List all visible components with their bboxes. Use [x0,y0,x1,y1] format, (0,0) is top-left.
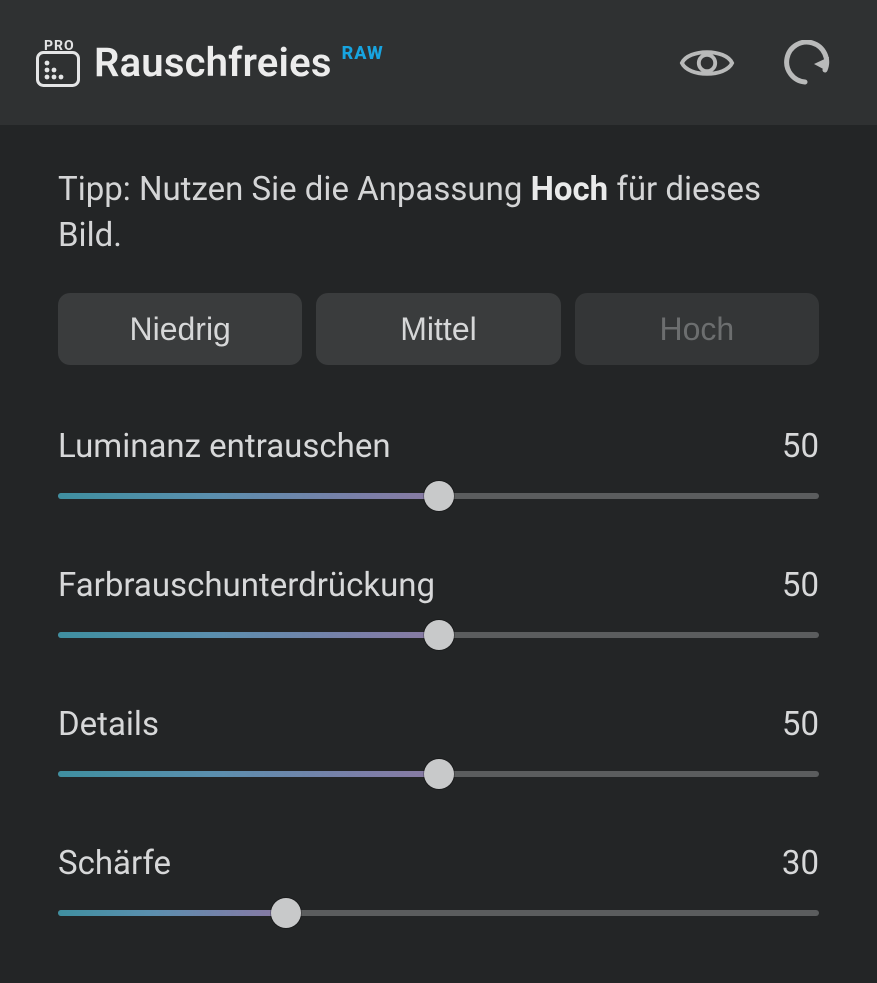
slider-luminance: Luminanz entrauschen 50 [58,427,819,510]
panel-title-text: Rauschfreies [94,39,332,86]
slider-sharpen-fill [58,910,286,916]
slider-color-value: 50 [782,566,819,605]
slider-color-fill [58,632,439,638]
raw-badge: RAW [342,43,384,64]
slider-details-thumb[interactable] [424,759,454,789]
slider-color: Farbrauschunterdrückung 50 [58,566,819,649]
slider-details-top: Details 50 [58,705,819,744]
tool-icon-group: PRO [36,39,80,87]
slider-details-track[interactable] [58,760,819,788]
slider-sharpen-top: Schärfe 30 [58,844,819,883]
header-right [679,35,835,91]
slider-sharpen: Schärfe 30 [58,844,819,927]
slider-sharpen-thumb[interactable] [271,898,301,928]
sliders-group: Luminanz entrauschen 50 Farbrauschunterd… [58,427,819,927]
preset-high-button[interactable]: Hoch [575,293,819,365]
preview-eye-icon[interactable] [679,35,735,91]
panel-header: PRO Rausc [0,0,877,125]
slider-luminance-track[interactable] [58,482,819,510]
slider-luminance-fill [58,493,439,499]
preset-mid-button[interactable]: Mittel [316,293,560,365]
panel-title: Rauschfreies RAW [94,39,384,86]
header-left: PRO Rausc [36,39,384,87]
preset-low-button[interactable]: Niedrig [58,293,302,365]
slider-details-value: 50 [782,705,819,744]
slider-luminance-value: 50 [782,427,819,466]
reset-undo-icon[interactable] [779,35,835,91]
panel-body: Tipp: Nutzen Sie die Anpassung Hoch für … [0,125,877,983]
slider-details-label: Details [58,705,159,744]
slider-details: Details 50 [58,705,819,788]
slider-details-fill [58,771,439,777]
slider-luminance-label: Luminanz entrauschen [58,427,391,466]
denoise-panel: PRO Rausc [0,0,877,983]
tip-prefix: Tipp: Nutzen Sie die Anpassung [58,170,531,209]
preset-buttons: Niedrig Mittel Hoch [58,293,819,365]
tip-bold: Hoch [531,170,609,209]
slider-luminance-top: Luminanz entrauschen 50 [58,427,819,466]
slider-luminance-thumb[interactable] [424,481,454,511]
slider-color-top: Farbrauschunterdrückung 50 [58,566,819,605]
tip-text: Tipp: Nutzen Sie die Anpassung Hoch für … [58,167,819,259]
slider-color-label: Farbrauschunterdrückung [58,566,435,605]
slider-sharpen-value: 30 [782,844,819,883]
slider-color-thumb[interactable] [424,620,454,650]
slider-sharpen-track[interactable] [58,899,819,927]
slider-sharpen-label: Schärfe [58,844,171,883]
denoise-grid-icon [36,51,80,87]
slider-color-track[interactable] [58,621,819,649]
